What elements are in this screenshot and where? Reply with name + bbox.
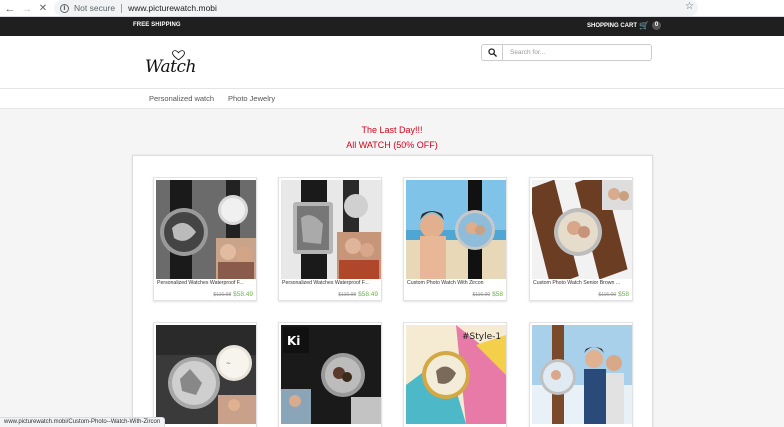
site-logo[interactable]: Watch	[145, 57, 196, 77]
back-arrow-icon[interactable]: ←	[3, 0, 17, 17]
product-card[interactable]: #Style-1	[403, 322, 507, 427]
product-old-price: $116.00	[472, 292, 491, 298]
search-input[interactable]	[502, 44, 652, 61]
product-image[interactable]: Ki	[281, 325, 381, 424]
product-new-price: $58.49	[233, 291, 253, 298]
product-card[interactable]: Personalized Watches Waterproof F... $11…	[153, 177, 257, 301]
promo-line-1: The Last Day!!!	[361, 125, 423, 135]
product-image[interactable]	[281, 180, 381, 279]
security-label: Not secure	[74, 3, 116, 13]
product-price: $116.98 $58.49	[338, 291, 378, 298]
product-old-price: $116.98	[338, 292, 357, 298]
main-nav: Personalized watch Photo Jewelry	[0, 88, 784, 109]
forward-arrow-icon[interactable]: →	[20, 0, 34, 17]
star-icon[interactable]: ☆	[685, 1, 694, 12]
cart-label: SHOPPING CART	[587, 22, 638, 29]
product-image[interactable]	[532, 325, 632, 424]
product-title[interactable]: Custom Photo Watch With Zircon	[407, 280, 506, 286]
url-separator	[121, 3, 123, 13]
product-price: $116.98 $58.49	[213, 291, 253, 298]
product-card[interactable]: ~	[153, 322, 257, 427]
product-new-price: $58.49	[358, 291, 378, 298]
svg-text:Ki: Ki	[287, 334, 300, 348]
product-title[interactable]: Personalized Watches Waterproof F...	[282, 280, 381, 286]
address-bar[interactable]: i Not secure www.picturewatch.mobi ☆	[54, 0, 698, 16]
browser-toolbar: ← → ✕ i Not secure www.picturewatch.mobi…	[0, 0, 784, 17]
search-button[interactable]	[481, 44, 502, 61]
product-image[interactable]	[406, 180, 506, 279]
product-card[interactable]: Ki	[278, 322, 382, 427]
cart-count-badge: 0	[651, 21, 661, 30]
free-shipping-link[interactable]: FREE SHIPPING	[133, 22, 181, 28]
product-price: $116.00 $58	[598, 291, 629, 298]
browser-status-bar: www.picturewatch.mobi/Custom-Photo--Watc…	[0, 417, 166, 427]
info-icon[interactable]: i	[60, 3, 69, 13]
product-old-price: $116.00	[598, 292, 617, 298]
url-text[interactable]: www.picturewatch.mobi	[128, 3, 217, 13]
promo-line-2: All WATCH (50% OFF)	[346, 140, 438, 150]
product-image[interactable]: ~	[156, 325, 256, 424]
product-title[interactable]: Custom Photo Watch Senior Brown ...	[533, 280, 632, 286]
cart-icon: 🛒	[639, 21, 649, 30]
product-grid: Personalized Watches Waterproof F... $11…	[132, 155, 653, 427]
svg-text:~: ~	[226, 360, 231, 367]
product-new-price: $58	[618, 291, 629, 298]
product-old-price: $116.98	[213, 292, 232, 298]
product-card[interactable]: Personalized Watches Waterproof F... $11…	[278, 177, 382, 301]
svg-text:#Style-1: #Style-1	[462, 332, 501, 342]
site-header: Watch	[0, 36, 784, 88]
product-card[interactable]: Custom Photo Watch Senior Brown ... $116…	[529, 177, 633, 301]
nav-item-photo-jewelry[interactable]: Photo Jewelry	[228, 94, 275, 103]
product-image[interactable]: #Style-1	[406, 325, 506, 424]
search-icon	[487, 48, 497, 57]
product-price: $116.00 $58	[472, 291, 503, 298]
product-card[interactable]	[529, 322, 633, 427]
shopping-cart-link[interactable]: SHOPPING CART 🛒 0	[587, 21, 661, 30]
product-image[interactable]	[532, 180, 632, 279]
product-new-price: $58	[492, 291, 503, 298]
site-top-bar: FREE SHIPPING SHOPPING CART 🛒 0	[0, 17, 784, 36]
nav-item-personalized-watch[interactable]: Personalized watch	[149, 94, 214, 103]
product-card[interactable]: Custom Photo Watch With Zircon $116.00 $5…	[403, 177, 507, 301]
product-image[interactable]	[156, 180, 256, 279]
product-title[interactable]: Personalized Watches Waterproof F...	[157, 280, 256, 286]
close-icon[interactable]: ✕	[36, 0, 50, 17]
